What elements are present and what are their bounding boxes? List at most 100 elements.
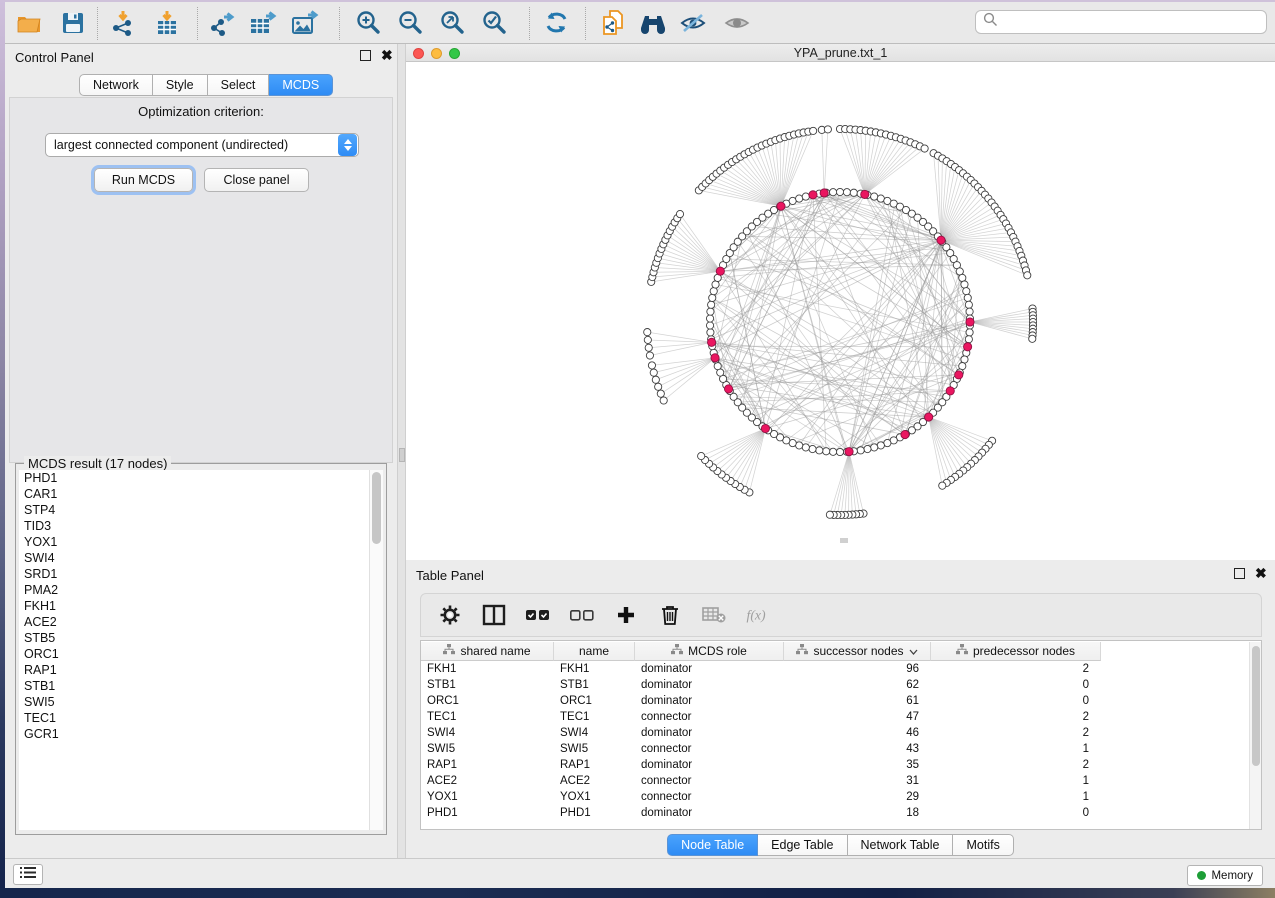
open-file-icon[interactable] xyxy=(13,9,45,37)
table-cell[interactable]: SWI4 xyxy=(421,725,554,741)
refresh-layout-icon[interactable] xyxy=(541,9,573,37)
tab-edge-table[interactable]: Edge Table xyxy=(758,834,847,856)
add-row-icon[interactable] xyxy=(613,602,639,628)
tab-motifs[interactable]: Motifs xyxy=(953,834,1013,856)
save-session-icon[interactable] xyxy=(57,9,89,37)
network-node[interactable] xyxy=(809,445,816,452)
table-cell[interactable]: dominator xyxy=(635,757,784,773)
table-row[interactable]: PHD1PHD1dominator180 xyxy=(421,805,1101,821)
network-node[interactable] xyxy=(816,447,823,454)
table-cell[interactable]: 2 xyxy=(931,757,1101,773)
table-cell[interactable]: 62 xyxy=(784,677,931,693)
table-cell[interactable]: 61 xyxy=(784,693,931,709)
column-header-predecessor-nodes[interactable]: predecessor nodes xyxy=(931,642,1101,661)
table-cell[interactable]: 1 xyxy=(931,741,1101,757)
network-node[interactable] xyxy=(901,430,909,438)
network-node[interactable] xyxy=(711,354,719,362)
hide-selected-icon[interactable] xyxy=(677,9,709,37)
network-node[interactable] xyxy=(955,371,963,379)
import-table-icon[interactable] xyxy=(151,9,183,37)
table-cell[interactable]: 46 xyxy=(784,725,931,741)
table-row[interactable]: YOX1YOX1connector291 xyxy=(421,789,1101,805)
network-node[interactable] xyxy=(826,511,833,518)
table-cell[interactable]: 29 xyxy=(784,789,931,805)
network-node[interactable] xyxy=(836,188,843,195)
network-node[interactable] xyxy=(802,193,809,200)
table-cell[interactable]: TEC1 xyxy=(421,709,554,725)
network-node[interactable] xyxy=(836,448,843,455)
table-row[interactable]: ACE2ACE2connector311 xyxy=(421,773,1101,789)
close-panel-icon[interactable]: ✖ xyxy=(381,50,393,61)
network-node[interactable] xyxy=(824,126,831,133)
network-node[interactable] xyxy=(710,288,717,295)
network-node[interactable] xyxy=(650,369,657,376)
result-item[interactable]: STB5 xyxy=(19,630,371,646)
column-header-shared-name[interactable]: shared name xyxy=(421,642,554,661)
task-history-button[interactable] xyxy=(13,864,43,885)
network-node[interactable] xyxy=(829,448,836,455)
network-node[interactable] xyxy=(845,448,853,456)
table-row[interactable]: RAP1RAP1dominator352 xyxy=(421,757,1101,773)
network-node[interactable] xyxy=(963,288,970,295)
destroy-table-icon[interactable] xyxy=(701,602,727,628)
table-cell[interactable]: YOX1 xyxy=(421,789,554,805)
table-cell[interactable]: 0 xyxy=(931,693,1101,709)
network-node[interactable] xyxy=(966,308,973,315)
zoom-out-icon[interactable] xyxy=(395,9,427,37)
network-node[interactable] xyxy=(925,413,933,421)
table-row[interactable]: SWI4SWI4dominator462 xyxy=(421,725,1101,741)
network-node[interactable] xyxy=(777,202,785,210)
horizontal-splitter-handle[interactable] xyxy=(840,538,848,543)
result-item[interactable]: YOX1 xyxy=(19,534,371,550)
table-cell[interactable]: dominator xyxy=(635,677,784,693)
gear-icon[interactable] xyxy=(437,602,463,628)
select-stepper-icon[interactable] xyxy=(338,134,357,156)
network-node[interactable] xyxy=(961,356,968,363)
table-cell[interactable]: STB1 xyxy=(554,677,635,693)
import-network-icon[interactable] xyxy=(107,9,139,37)
network-node[interactable] xyxy=(648,362,655,369)
column-header-successor-nodes[interactable]: successor nodes xyxy=(784,642,931,661)
splitter-handle[interactable] xyxy=(399,448,405,462)
network-node[interactable] xyxy=(964,294,971,301)
table-cell[interactable]: ORC1 xyxy=(554,693,635,709)
result-item[interactable]: TID3 xyxy=(19,518,371,534)
network-node[interactable] xyxy=(706,322,713,329)
copy-network-icon[interactable] xyxy=(597,9,629,37)
export-table-icon[interactable] xyxy=(247,9,279,37)
table-cell[interactable]: 0 xyxy=(931,677,1101,693)
network-node[interactable] xyxy=(843,189,850,196)
network-node[interactable] xyxy=(655,383,662,390)
network-node[interactable] xyxy=(857,447,864,454)
table-cell[interactable]: 96 xyxy=(784,661,931,677)
network-node[interactable] xyxy=(698,452,705,459)
network-node[interactable] xyxy=(965,336,972,343)
result-item[interactable]: GCR1 xyxy=(19,726,371,742)
table-cell[interactable]: connector xyxy=(635,709,784,725)
table-cell[interactable]: 47 xyxy=(784,709,931,725)
table-cell[interactable]: RAP1 xyxy=(554,757,635,773)
network-node[interactable] xyxy=(966,318,974,326)
network-node[interactable] xyxy=(823,448,830,455)
network-node[interactable] xyxy=(964,343,972,351)
table-cell[interactable]: dominator xyxy=(635,725,784,741)
table-cell[interactable]: ORC1 xyxy=(421,693,554,709)
table-cell[interactable]: 43 xyxy=(784,741,931,757)
network-node[interactable] xyxy=(707,308,714,315)
table-cell[interactable]: YOX1 xyxy=(554,789,635,805)
close-panel-icon[interactable]: ✖ xyxy=(1255,568,1267,579)
network-node[interactable] xyxy=(714,363,721,370)
network-node[interactable] xyxy=(877,442,884,449)
network-node[interactable] xyxy=(724,385,732,393)
network-node[interactable] xyxy=(850,189,857,196)
table-cell[interactable]: dominator xyxy=(635,805,784,821)
optimization-criterion-select[interactable]: largest connected component (undirected) xyxy=(45,133,359,157)
show-eye-icon[interactable] xyxy=(721,9,753,37)
table-cell[interactable]: FKH1 xyxy=(554,661,635,677)
result-item[interactable]: ORC1 xyxy=(19,646,371,662)
tab-network-table[interactable]: Network Table xyxy=(848,834,954,856)
table-cell[interactable]: dominator xyxy=(635,661,784,677)
network-node[interactable] xyxy=(716,267,724,275)
table-cell[interactable]: ACE2 xyxy=(421,773,554,789)
network-node[interactable] xyxy=(646,352,653,359)
